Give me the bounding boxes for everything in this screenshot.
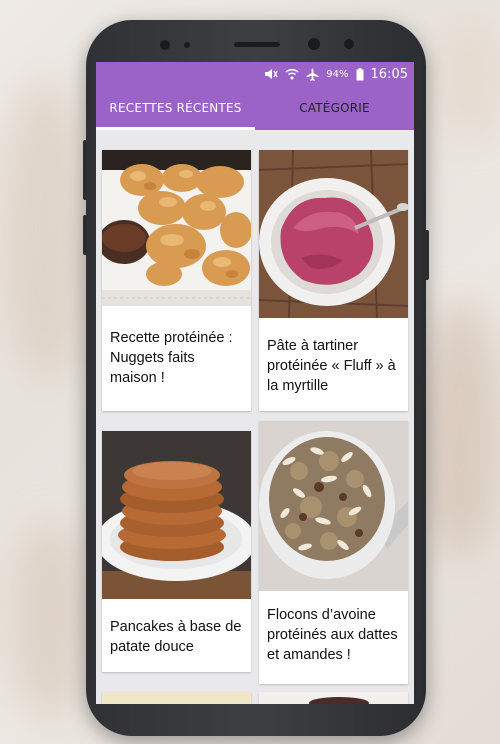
recipe-card[interactable]: Pancakes à base de patate douce	[102, 431, 251, 672]
sweet-potato-pancakes-photo	[102, 431, 251, 599]
battery-icon	[356, 67, 364, 81]
wifi-icon	[285, 68, 299, 80]
sensor-dot	[184, 42, 190, 48]
tab-bar: RECETTES RÉCENTES CATÉGORIE	[96, 86, 414, 130]
blueberry-fluff-photo	[259, 150, 408, 318]
status-bar: 94% 16:05	[96, 62, 414, 86]
camera-dot	[160, 40, 170, 50]
recipe-card[interactable]: Recette protéinée : Nuggets faits maison…	[102, 150, 251, 411]
recipe-card[interactable]: Pâte à tartiner protéinée « Fluff » à la…	[259, 150, 408, 411]
tab-category[interactable]: CATÉGORIE	[255, 86, 414, 130]
active-tab-indicator	[96, 127, 255, 130]
airplane-icon	[306, 68, 319, 81]
recipe-title: Pancakes à base de patate douce	[110, 619, 242, 655]
clock: 16:05	[370, 66, 408, 82]
volume-button[interactable]	[83, 140, 87, 200]
earpiece	[234, 42, 280, 47]
recipe-card[interactable]: Flocons d’avoine protéinés aux dattes et…	[259, 421, 408, 684]
battery-percent: 94%	[326, 68, 349, 80]
mute-icon	[264, 68, 278, 80]
power-button[interactable]	[425, 230, 429, 280]
bixby-button[interactable]	[83, 215, 87, 255]
recipe-card[interactable]	[102, 692, 251, 704]
app-screen: 94% 16:05 RECETTES RÉCENTES CATÉGORIE Re…	[96, 62, 414, 704]
recipe-title: Flocons d’avoine protéinés aux dattes et…	[267, 607, 398, 663]
food-photo-partial	[309, 697, 369, 704]
chicken-nuggets-photo	[102, 150, 251, 306]
iris-scanner	[344, 39, 354, 49]
front-camera	[308, 38, 320, 50]
oatmeal-dates-almonds-photo	[259, 421, 408, 591]
recipe-card[interactable]	[259, 692, 408, 704]
recipe-title: Recette protéinée : Nuggets faits maison…	[110, 330, 233, 386]
tab-recent-recipes[interactable]: RECETTES RÉCENTES	[96, 86, 255, 130]
recipe-title: Pâte à tartiner protéinée « Fluff » à la…	[267, 338, 396, 394]
